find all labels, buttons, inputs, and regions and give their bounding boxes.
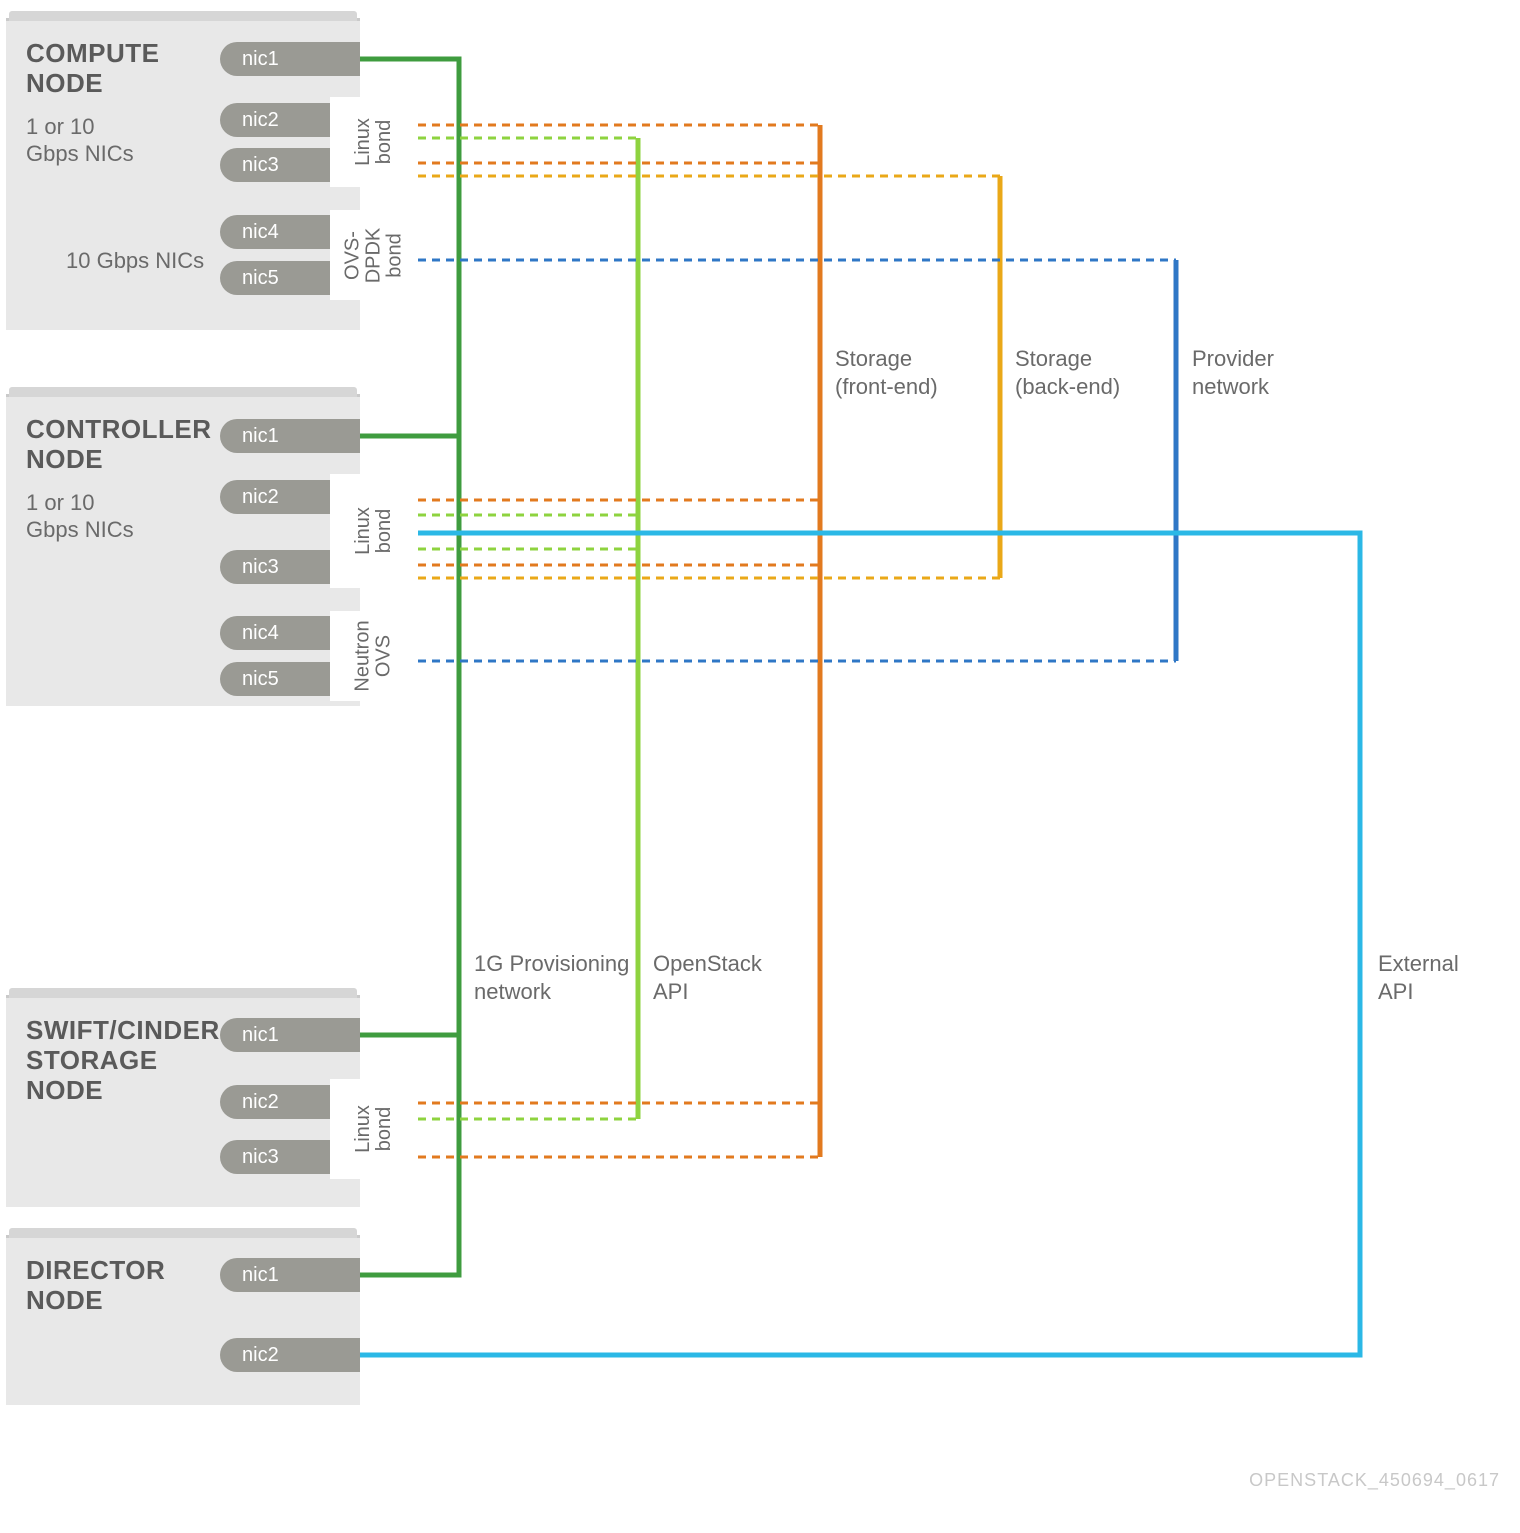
- controller-linux-bond: Linuxbond: [330, 474, 418, 588]
- label-provisioning: 1G Provisioningnetwork: [474, 950, 629, 1005]
- controller-nic1: nic1: [220, 419, 360, 453]
- compute-linux-bond: Linuxbond: [330, 97, 418, 187]
- controller-neutron-ovs: NeutronOVS: [330, 611, 418, 701]
- label-openstack-api: OpenStackAPI: [653, 950, 762, 1005]
- label-storage-back: Storage(back-end): [1015, 345, 1120, 400]
- label-storage-front: Storage(front-end): [835, 345, 938, 400]
- storage-nic1: nic1: [220, 1018, 360, 1052]
- compute-dpdk-bond: OVS-DPDKbond: [330, 210, 418, 300]
- storage-linux-bond: Linuxbond: [330, 1079, 418, 1179]
- director-nic2: nic2: [220, 1338, 360, 1372]
- label-provider: Providernetwork: [1192, 345, 1274, 400]
- label-external-api: ExternalAPI: [1378, 950, 1459, 1005]
- compute-nic-speed-2: 10 Gbps NICs: [66, 247, 204, 275]
- director-nic1: nic1: [220, 1258, 360, 1292]
- footer-text: OPENSTACK_450694_0617: [1249, 1470, 1500, 1491]
- compute-nic1: nic1: [220, 42, 360, 76]
